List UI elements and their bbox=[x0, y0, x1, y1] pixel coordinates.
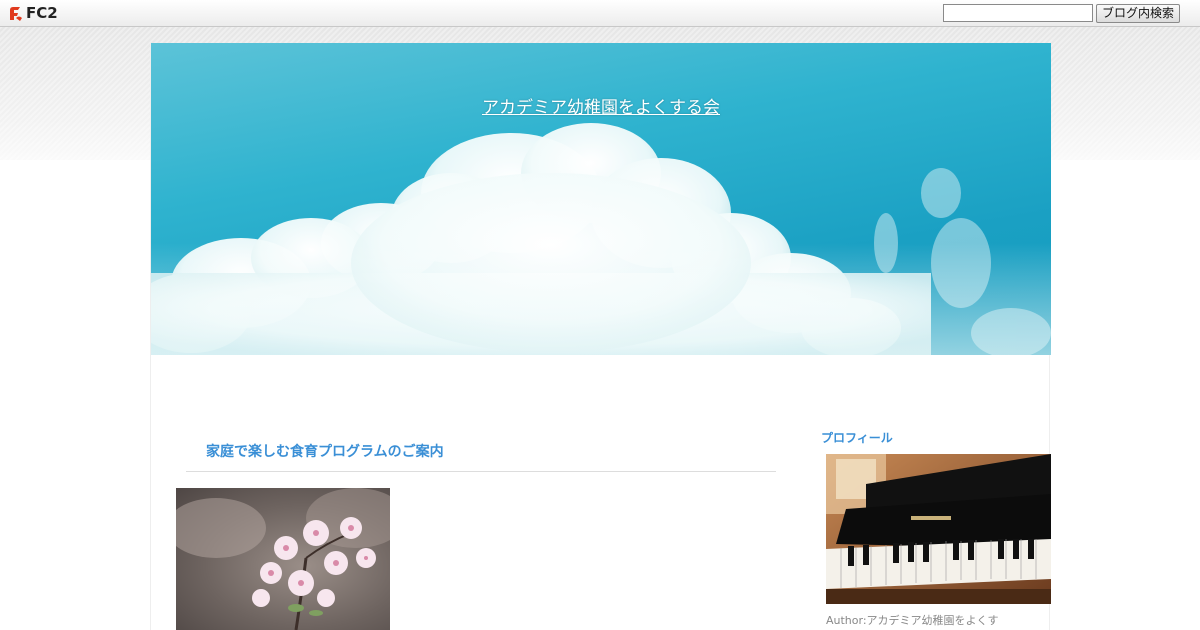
fc2-toolbar: FC2 ブログ内検索 bbox=[0, 0, 1200, 27]
fc2-logo[interactable]: FC2 bbox=[7, 4, 58, 23]
fc2-logo-text: FC2 bbox=[26, 4, 58, 22]
cloud-illustration bbox=[151, 123, 1051, 355]
cherry-blossom-illustration bbox=[176, 488, 390, 630]
blog-search-button[interactable]: ブログ内検索 bbox=[1096, 4, 1180, 23]
piano-illustration bbox=[826, 454, 1051, 604]
profile-author-text: Author:アカデミア幼稚園をよくす bbox=[826, 614, 999, 627]
header-banner: アカデミア幼稚園をよくする会 bbox=[151, 43, 1051, 355]
entry-divider bbox=[186, 471, 776, 472]
entry-title-link[interactable]: 家庭で楽しむ食育プログラムのご案内 bbox=[206, 441, 444, 461]
main-container: アカデミア幼稚園をよくする会 家庭で楽しむ食育プログラムのご案内 プロフィール … bbox=[150, 43, 1051, 630]
blog-title-link[interactable]: アカデミア幼稚園をよくする会 bbox=[151, 93, 1051, 118]
cherry-blossom-image bbox=[176, 488, 390, 630]
fc2-logo-icon bbox=[10, 7, 22, 21]
profile-piano-image bbox=[826, 454, 1051, 604]
profile-heading: プロフィール bbox=[821, 431, 893, 445]
blog-search-input[interactable] bbox=[943, 4, 1093, 22]
